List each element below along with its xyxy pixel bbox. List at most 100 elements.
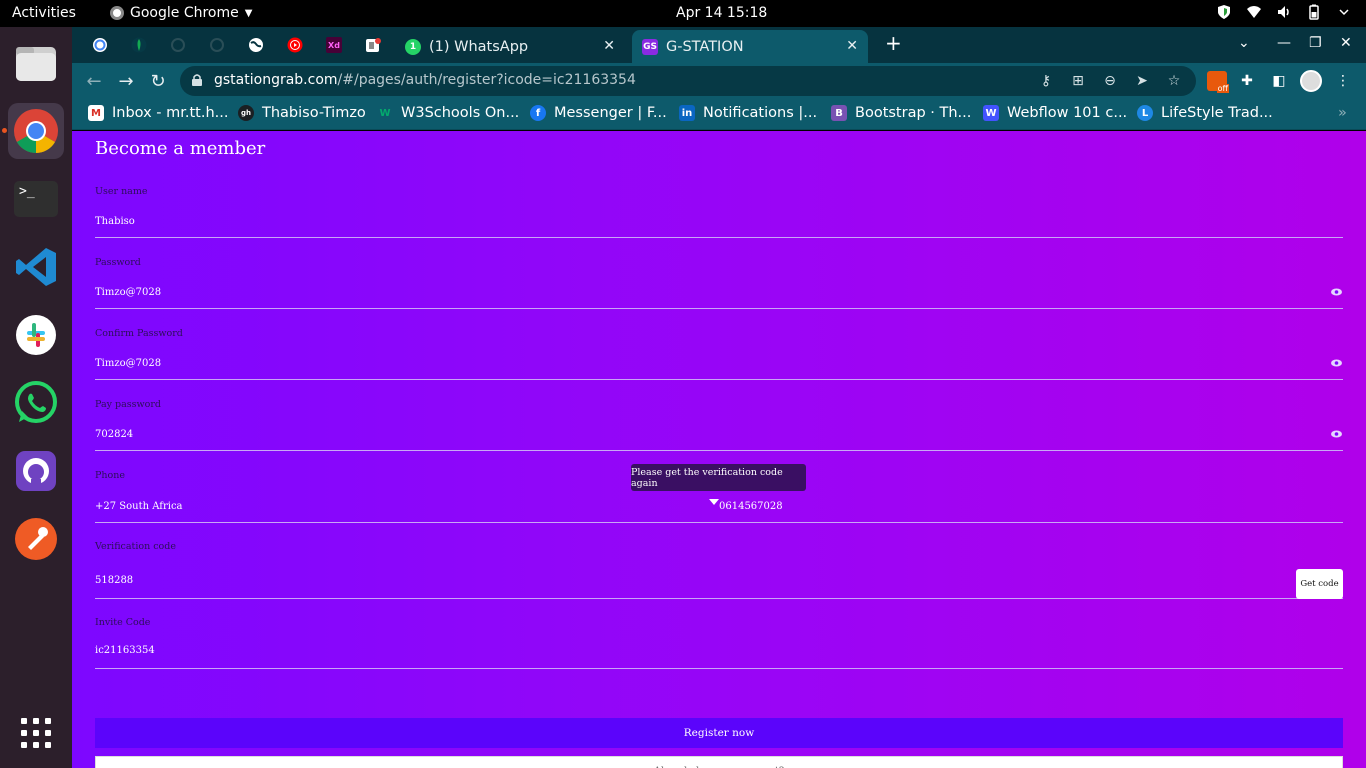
bootstrap-icon: B — [831, 105, 847, 121]
wifi-icon[interactable] — [1246, 4, 1262, 20]
pinned-tab-youtube-music[interactable] — [284, 34, 306, 56]
username-field[interactable]: User name Thabiso — [95, 186, 1343, 238]
bookmark-gmail[interactable]: M Inbox - mr.tt.h... — [88, 105, 229, 121]
app-menu[interactable]: Google Chrome ▼ — [110, 5, 252, 21]
password-field[interactable]: Password Timzo@7028 — [95, 257, 1343, 309]
address-bar[interactable]: gstationgrab.com/#/pages/auth/register?i… — [180, 66, 1196, 96]
g-station-icon: GS — [642, 38, 658, 55]
register-button[interactable]: Register now — [95, 718, 1343, 748]
pinned-tab-google[interactable] — [89, 34, 111, 56]
login-link[interactable]: Already have an account? — [95, 756, 1343, 768]
bookmark-messenger[interactable]: f Messenger | F... — [530, 105, 667, 121]
battery-icon[interactable] — [1306, 4, 1322, 20]
clock[interactable]: Apr 14 15:18 — [676, 5, 767, 21]
confirm-password-input[interactable]: Timzo@7028 — [95, 358, 161, 369]
bookmarks-bar: M Inbox - mr.tt.h... gh Thabiso-Timzo W W3S… — [72, 99, 1366, 130]
maximize-button[interactable]: ❐ — [1309, 35, 1322, 51]
whatsapp-icon[interactable] — [8, 375, 64, 431]
shield-icon[interactable] — [1216, 4, 1232, 20]
tab-title: (1) WhatsApp — [429, 38, 529, 55]
files-icon[interactable] — [8, 35, 64, 91]
url-text[interactable]: gstationgrab.com/#/pages/auth/register?i… — [214, 72, 636, 88]
invite-code-input[interactable]: ic21163354 — [95, 645, 155, 656]
invite-code-field[interactable]: Invite Code ic21163354 — [95, 617, 1343, 669]
facebook-icon: f — [530, 105, 546, 121]
system-top-bar: Activities Google Chrome ▼ Apr 14 15:18 — [0, 0, 1366, 27]
verification-code-field[interactable]: Verification code 518288 Get code — [95, 541, 1343, 599]
tab-title: G-STATION — [666, 38, 744, 55]
tab-g-station[interactable]: GS G-STATION ✕ — [632, 30, 868, 63]
pay-password-field[interactable]: Pay password 702824 — [95, 399, 1343, 451]
password-input[interactable]: Timzo@7028 — [95, 287, 161, 298]
forward-button[interactable]: → — [114, 69, 138, 93]
verification-code-input[interactable]: 518288 — [95, 575, 133, 586]
close-window-button[interactable]: ✕ — [1340, 35, 1352, 51]
register-page: Become a member User name Thabiso Passwo… — [72, 131, 1366, 768]
zoom-icon[interactable]: ⊖ — [1102, 73, 1118, 89]
extensions-puzzle-icon[interactable]: ✚ — [1236, 70, 1258, 92]
page-title: Become a member — [95, 138, 266, 159]
tab-whatsapp[interactable]: 1 (1) WhatsApp ✕ — [395, 30, 625, 63]
chrome-icon[interactable] — [8, 103, 64, 159]
bookmark-linkedin[interactable]: in Notifications |... — [679, 105, 817, 121]
chrome-menu-icon[interactable]: ⋮ — [1332, 70, 1354, 92]
pinned-tab-adobe-xd[interactable]: Xd — [323, 34, 345, 56]
reload-button[interactable]: ↻ — [146, 69, 170, 93]
slack-icon[interactable] — [8, 307, 64, 363]
side-panel-icon[interactable]: ◧ — [1268, 70, 1290, 92]
github-icon: gh — [238, 105, 254, 121]
more-bookmarks-icon[interactable]: » — [1338, 105, 1347, 121]
bookmark-w3schools[interactable]: W W3Schools On... — [377, 105, 519, 121]
pinned-tab-loading[interactable] — [167, 34, 189, 56]
system-tray[interactable] — [1216, 4, 1352, 20]
minimize-button[interactable]: — — [1277, 35, 1291, 51]
volume-icon[interactable] — [1276, 4, 1292, 20]
back-button[interactable]: ← — [82, 69, 106, 93]
pinned-tab-loading-2[interactable] — [206, 34, 228, 56]
terminal-icon[interactable]: >_ — [8, 171, 64, 227]
country-code-select[interactable]: +27 South Africa — [95, 501, 183, 512]
new-tab-button[interactable]: + — [885, 31, 902, 55]
phone-input[interactable]: 0614567028 — [719, 501, 783, 512]
chrome-window: Xd 1 (1) WhatsApp ✕ GS G-STATION ✕ + ⌄ —… — [72, 27, 1366, 768]
browser-toolbar: ← → ↻ gstationgrab.com/#/pages/auth/regi… — [72, 63, 1366, 99]
send-icon[interactable]: ➤ — [1134, 73, 1150, 89]
postman-icon[interactable] — [8, 511, 64, 567]
activities-button[interactable]: Activities — [12, 5, 76, 21]
extension-badge: off — [1216, 84, 1229, 93]
pinned-tab-mongodb[interactable] — [128, 34, 150, 56]
get-code-button[interactable]: Get code — [1296, 569, 1343, 599]
key-icon[interactable]: ⚷ — [1038, 73, 1054, 89]
translate-icon[interactable]: ⊞ — [1070, 73, 1086, 89]
w3schools-icon: W — [379, 107, 391, 119]
toast-message: Please get the verification code again — [631, 464, 806, 491]
username-input[interactable]: Thabiso — [95, 216, 135, 227]
profile-avatar[interactable] — [1300, 70, 1322, 92]
app-grid-icon[interactable] — [8, 705, 64, 761]
bookmark-lifestyle[interactable]: L LifeStyle Trad... — [1137, 105, 1273, 121]
bookmark-star-icon[interactable]: ☆ — [1166, 73, 1182, 89]
bookmark-github[interactable]: gh Thabiso-Timzo — [238, 105, 366, 121]
pinned-tab-app[interactable] — [362, 34, 384, 56]
lock-icon[interactable] — [192, 74, 202, 86]
whatsapp-icon: 1 — [405, 38, 421, 55]
confirm-password-field[interactable]: Confirm Password Timzo@7028 — [95, 328, 1343, 380]
eye-icon[interactable] — [1331, 359, 1342, 367]
close-icon[interactable]: ✕ — [846, 38, 858, 54]
tab-search-icon[interactable]: ⌄ — [1238, 35, 1250, 51]
eye-icon[interactable] — [1331, 430, 1342, 438]
close-icon[interactable]: ✕ — [603, 38, 615, 54]
bookmark-webflow[interactable]: W Webflow 101 c... — [983, 105, 1127, 121]
power-menu-icon[interactable] — [1336, 4, 1352, 20]
github-desktop-icon[interactable] — [8, 443, 64, 499]
ubuntu-dock: >_ — [0, 27, 72, 768]
caret-down-icon[interactable] — [709, 499, 719, 505]
pay-password-input[interactable]: 702824 — [95, 429, 133, 440]
vscode-icon[interactable] — [8, 239, 64, 295]
pinned-tab-globe[interactable] — [245, 34, 267, 56]
chevron-down-icon: ▼ — [244, 7, 253, 19]
eye-icon[interactable] — [1331, 288, 1342, 296]
extension-off-icon[interactable]: off — [1206, 70, 1229, 93]
chrome-app-icon — [110, 6, 124, 20]
bookmark-bootstrap[interactable]: B Bootstrap · Th... — [831, 105, 971, 121]
